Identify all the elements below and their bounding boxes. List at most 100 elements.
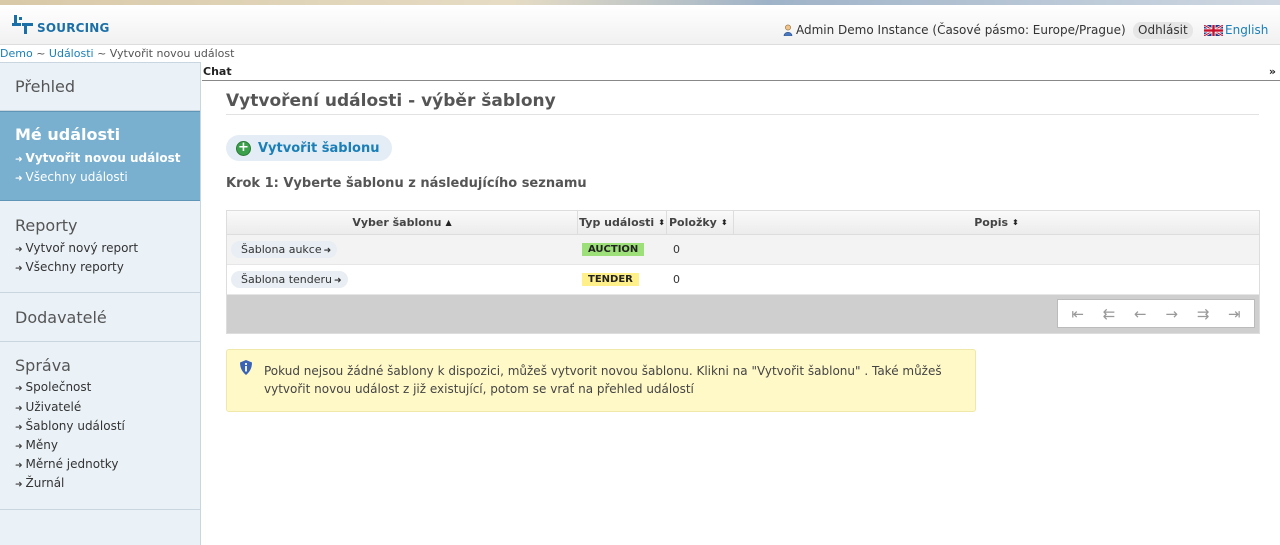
fast-back-icon[interactable]: ⇇ <box>1103 305 1116 323</box>
breadcrumb-current: Vytvořit novou událost <box>109 47 235 60</box>
breadcrumb-separator: ~ <box>36 47 46 60</box>
templates-table: Vyber šablonu ▲ Typ události ⬍ Položky ⬍ Po… <box>226 210 1260 334</box>
header-label: Vyber šablonu <box>352 216 442 229</box>
template-link[interactable]: Šablona aukce ➜ <box>231 241 338 258</box>
sidebar-item-all-events[interactable]: ➜ Všechny události <box>15 170 128 184</box>
template-name: Šablona tenderu <box>241 273 332 286</box>
column-header-items[interactable]: Položky ⬍ <box>667 211 734 234</box>
sidebar-item-new-report[interactable]: ➜ Vytvoř nový report <box>15 241 138 255</box>
sort-icon: ⬍ <box>658 218 665 227</box>
chat-toggle-icon[interactable]: » <box>1269 65 1276 78</box>
arrow-right-icon: ➜ <box>15 423 23 433</box>
items-cell: 0 <box>673 243 680 256</box>
create-template-label: Vytvořit šablonu <box>258 140 380 156</box>
user-text: Admin Demo Instance (Časové pásmo: Europ… <box>796 23 1126 37</box>
breadcrumb-demo[interactable]: Demo <box>0 47 33 60</box>
sidebar-item-label: Měny <box>25 438 58 452</box>
template-link[interactable]: Šablona tenderu ➜ <box>231 271 348 288</box>
arrow-right-icon: ➜ <box>15 442 23 452</box>
fast-forward-icon[interactable]: ⇉ <box>1197 305 1210 323</box>
chat-label[interactable]: Chat <box>203 65 232 78</box>
logout-button[interactable]: Odhlásit <box>1133 22 1193 39</box>
template-cell: Šablona tenderu ➜ <box>227 265 578 294</box>
arrow-right-icon: ➜ <box>323 246 332 256</box>
pager-controls: ⇤ ⇇ ← → ⇉ ⇥ <box>1057 299 1255 328</box>
title-divider <box>226 114 1259 115</box>
arrow-right-icon: ➜ <box>15 174 23 184</box>
sidebar-section-admin: Správa ➜ Společnost ➜ Uživatelé ➜ Šablony u… <box>0 342 200 510</box>
column-header-type[interactable]: Typ události ⬍ <box>578 211 667 234</box>
sidebar-item-label: Uživatelé <box>25 400 82 414</box>
column-header-description[interactable]: Popis ⬍ <box>734 211 1259 234</box>
sidebar-item-event-templates[interactable]: ➜ Šablony událostí <box>15 419 125 433</box>
sidebar-section-my-events: Mé události ➜ Vytvořit novou událost ➜ Vše… <box>0 111 200 201</box>
next-icon[interactable]: → <box>1165 305 1178 323</box>
sort-icon: ⬍ <box>1012 218 1019 227</box>
sidebar-item-currencies[interactable]: ➜ Měny <box>15 438 58 452</box>
event-type-badge: TENDER <box>582 273 639 286</box>
arrow-right-icon: ➜ <box>15 480 23 490</box>
breadcrumb-separator: ~ <box>97 47 107 60</box>
sidebar-item-label: Společnost <box>25 380 92 394</box>
language-label: English <box>1225 23 1269 37</box>
sort-icon: ⬍ <box>720 218 728 227</box>
first-page-icon[interactable]: ⇤ <box>1071 305 1084 323</box>
sidebar-item-create-event[interactable]: ➜ Vytvořit novou událost <box>15 151 180 165</box>
app-header: SOURCING Admin Demo Instance (Časové pás… <box>0 5 1280 45</box>
sidebar-item-overview[interactable]: Přehled <box>15 77 75 96</box>
breadcrumb: Demo ~ Události ~ Vytvořit novou událost <box>0 47 234 60</box>
type-cell: TENDER <box>578 265 667 294</box>
arrow-right-icon: ➜ <box>334 276 342 286</box>
sidebar-item-label: Žurnál <box>25 476 65 490</box>
sidebar-item-all-reports[interactable]: ➜ Všechny reporty <box>15 260 124 274</box>
header-label: Popis <box>974 216 1009 229</box>
breadcrumb-events[interactable]: Události <box>49 47 94 60</box>
sidebar-item-journal[interactable]: ➜ Žurnál <box>15 476 64 490</box>
items-cell: 0 <box>673 273 680 286</box>
last-page-icon[interactable]: ⇥ <box>1228 305 1241 323</box>
info-message: Pokud nejsou žádné šablony k dispozici, … <box>226 349 976 412</box>
table-row: Šablona aukce ➜ AUCTION 0 <box>227 235 1259 265</box>
page-title: Vytvoření události - výběr šablony <box>226 91 556 111</box>
sidebar-section-reports: Reporty ➜ Vytvoř nový report ➜ Všechny rep… <box>0 201 200 293</box>
template-cell: Šablona aukce ➜ <box>227 235 578 264</box>
sidebar-item-company[interactable]: ➜ Společnost <box>15 380 91 394</box>
sidebar-item-label: Vytvoř nový report <box>25 241 139 255</box>
arrow-right-icon: ➜ <box>15 461 23 471</box>
sidebar-item-units[interactable]: ➜ Měrné jednotky <box>15 457 118 471</box>
user-info: Admin Demo Instance (Časové pásmo: Europ… <box>783 23 1126 37</box>
uk-flag-icon <box>1204 24 1223 36</box>
table-pager: ⇤ ⇇ ← → ⇉ ⇥ <box>227 295 1259 333</box>
sidebar-item-label: Všechny události <box>25 170 128 184</box>
arrow-right-icon: ➜ <box>15 264 23 274</box>
sort-asc-icon: ▲ <box>445 218 452 227</box>
table-row: Šablona tenderu ➜ TENDER 0 <box>227 265 1259 295</box>
sidebar-item-my-events[interactable]: Mé události <box>15 125 120 144</box>
info-shield-icon <box>240 360 252 375</box>
description-cell <box>734 235 1259 264</box>
sidebar-section-overview[interactable]: Přehled <box>0 63 200 111</box>
language-switch[interactable]: English <box>1204 23 1268 37</box>
sidebar-item-reports[interactable]: Reporty <box>15 216 78 235</box>
plus-circle-icon: + <box>236 140 251 156</box>
create-template-button[interactable]: + Vytvořit šablonu <box>226 135 392 161</box>
sidebar-section-suppliers[interactable]: Dodavatelé <box>0 293 200 342</box>
chat-bar: Chat » <box>202 63 1280 81</box>
sidebar-item-label: Vytvořit novou událost <box>25 151 181 165</box>
event-type-badge: AUCTION <box>582 243 645 256</box>
header-label: Typ události <box>579 216 655 229</box>
column-header-template[interactable]: Vyber šablonu ▲ <box>227 211 578 234</box>
type-cell: AUCTION <box>578 235 667 264</box>
logo-text: SOURCING <box>37 21 110 35</box>
sidebar-item-suppliers[interactable]: Dodavatelé <box>15 308 107 327</box>
header-label: Položky <box>669 216 717 229</box>
sidebar-item-admin[interactable]: Správa <box>15 356 71 375</box>
prev-icon[interactable]: ← <box>1134 305 1147 323</box>
arrow-right-icon: ➜ <box>15 384 23 394</box>
logo[interactable]: SOURCING <box>12 14 110 36</box>
arrow-right-icon: ➜ <box>15 155 23 165</box>
sidebar-item-users[interactable]: ➜ Uživatelé <box>15 400 81 414</box>
user-icon <box>783 24 793 36</box>
sidebar: Přehled Mé události ➜ Vytvořit novou udál… <box>0 62 201 545</box>
sidebar-item-label: Šablony událostí <box>25 419 125 433</box>
